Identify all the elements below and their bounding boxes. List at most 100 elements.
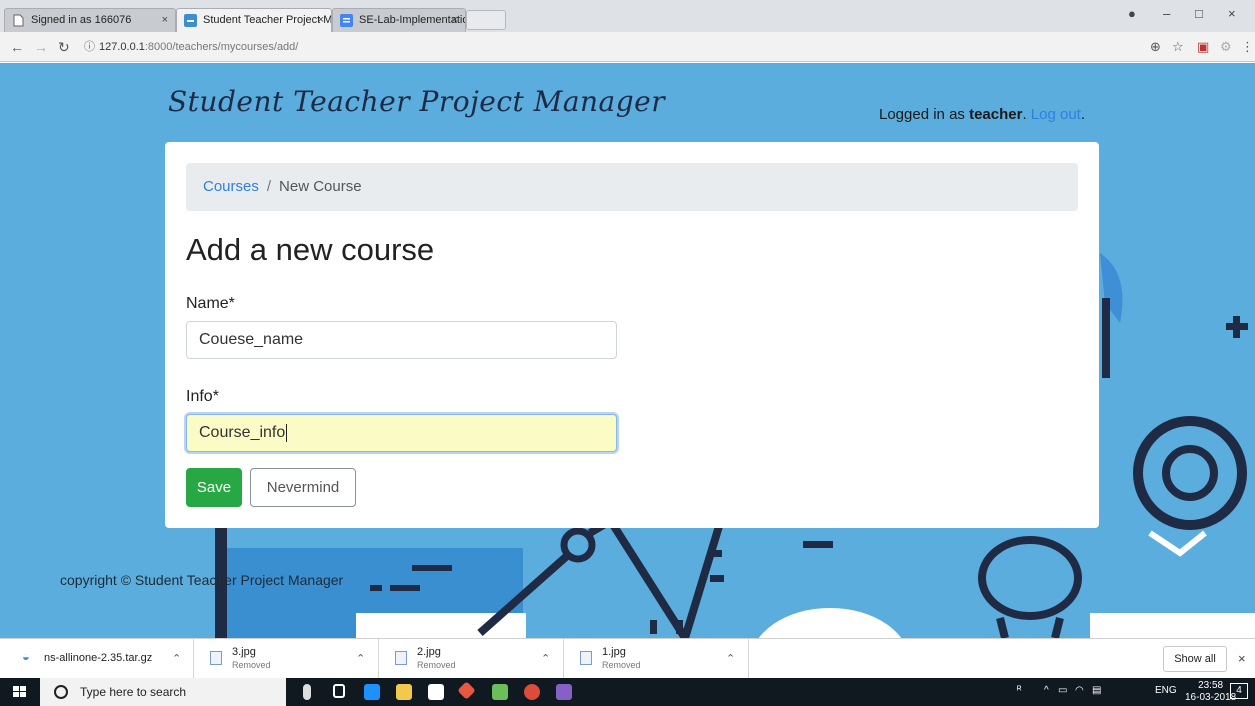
battery-icon[interactable]: ▭ <box>1058 685 1067 696</box>
reload-icon[interactable]: ↻ <box>58 39 70 56</box>
text-caret <box>286 423 288 442</box>
microphone-icon[interactable] <box>303 684 311 700</box>
breadcrumb-separator: / <box>266 178 272 195</box>
forward-icon[interactable]: → <box>34 39 48 55</box>
restore-icon[interactable]: □ <box>1195 6 1203 21</box>
browser-tab-strip: Signed in as 166076 × Student Teacher Pr… <box>0 0 1255 32</box>
volume-icon[interactable]: ▤ <box>1092 685 1101 696</box>
minimize-icon[interactable]: – <box>1163 6 1170 21</box>
page-background: Student Teacher Project Manager Logged i… <box>0 63 1255 638</box>
wifi-icon[interactable]: ◠ <box>1075 685 1084 696</box>
visual-studio-icon[interactable] <box>556 684 572 700</box>
close-icon[interactable]: × <box>1238 651 1246 666</box>
task-view-icon[interactable] <box>333 684 345 698</box>
chevron-up-icon[interactable]: ⌃ <box>726 652 735 665</box>
breadcrumb: Courses / New Course <box>186 163 1078 211</box>
download-item[interactable]: 1.jpg Removed ⌃ <box>564 639 749 679</box>
login-prefix: Logged in as <box>879 106 970 123</box>
system-clock[interactable]: 23:58 16-03-2018 <box>1185 680 1236 704</box>
image-file-icon <box>580 651 592 665</box>
course-info-input[interactable]: Course_info <box>186 414 617 452</box>
git-icon[interactable] <box>457 681 476 700</box>
download-name: 1.jpg <box>602 646 626 658</box>
tab-title: Student Teacher Project M <box>203 14 332 26</box>
download-status: Removed <box>417 660 456 670</box>
login-username: teacher <box>969 106 1023 123</box>
clock-time: 23:58 <box>1198 680 1224 691</box>
chevron-up-icon[interactable]: ^ <box>1044 685 1049 696</box>
url-path: :8000/teachers/mycourses/add/ <box>144 41 299 53</box>
close-icon[interactable]: × <box>452 9 458 31</box>
zoom-icon[interactable]: ⊕ <box>1150 39 1161 55</box>
new-tab-button[interactable] <box>466 10 506 30</box>
extension-icon[interactable]: ⚙ <box>1220 39 1232 55</box>
chevron-up-icon[interactable]: ⌃ <box>541 652 550 665</box>
language-indicator[interactable]: ENG <box>1155 685 1177 696</box>
logout-period: . <box>1080 106 1086 123</box>
tab-signed-in[interactable]: Signed in as 166076 × <box>4 8 176 32</box>
window-close-icon[interactable]: × <box>1228 6 1236 21</box>
browser-toolbar: ← → ↻ ⓘ 127.0.0.1:8000/teachers/mycourses… <box>0 32 1255 62</box>
breadcrumb-courses-link[interactable]: Courses <box>203 178 259 195</box>
course-name-input[interactable]: Couese_name <box>186 321 617 359</box>
course-info-value: Course_info <box>199 424 286 441</box>
search-placeholder: Type here to search <box>80 685 187 699</box>
close-icon[interactable]: × <box>318 9 324 31</box>
save-button[interactable]: Save <box>186 468 242 507</box>
download-name: 3.jpg <box>232 646 256 658</box>
archive-icon: ◒ <box>22 649 30 664</box>
tab-se-lab[interactable]: SE-Lab-Implementation- × <box>332 8 466 32</box>
people-icon[interactable]: ᴿ <box>1017 685 1022 696</box>
page-title: Add a new course <box>186 232 435 267</box>
download-item[interactable]: 2.jpg Removed ⌃ <box>379 639 564 679</box>
store-icon[interactable] <box>428 684 444 700</box>
close-icon[interactable]: × <box>162 9 168 31</box>
menu-icon[interactable]: ⋮ <box>1241 39 1254 55</box>
bookmark-star-icon[interactable]: ☆ <box>1172 39 1184 55</box>
show-all-button[interactable]: Show all <box>1163 646 1227 672</box>
profile-icon[interactable]: ● <box>1128 6 1136 21</box>
chevron-up-icon[interactable]: ⌃ <box>356 652 365 665</box>
url-host: 127.0.0.1 <box>99 41 145 53</box>
tab-title: Signed in as 166076 <box>31 14 132 26</box>
notification-icon[interactable]: 4 <box>1230 683 1248 699</box>
address-bar[interactable]: ⓘ 127.0.0.1:8000/teachers/mycourses/add/ <box>84 36 1134 58</box>
breadcrumb-current: New Course <box>279 178 362 195</box>
info-label: Info* <box>186 388 219 405</box>
download-name: ns-allinone-2.35.tar.gz <box>44 652 153 664</box>
site-favicon-icon <box>184 14 197 27</box>
nevermind-button[interactable]: Nevermind <box>250 468 356 507</box>
page-icon <box>13 14 24 27</box>
image-file-icon <box>395 651 407 665</box>
site-brand[interactable]: Student Teacher Project Manager <box>168 85 665 118</box>
photos-icon[interactable] <box>492 684 508 700</box>
download-status: Removed <box>232 660 271 670</box>
chrome-icon[interactable] <box>524 684 540 700</box>
taskbar-search[interactable]: Type here to search <box>40 678 286 706</box>
login-period: . <box>1022 106 1027 123</box>
info-icon: ⓘ <box>84 41 95 53</box>
download-item[interactable]: 3.jpg Removed ⌃ <box>194 639 379 679</box>
downloads-bar: ◒ ns-allinone-2.35.tar.gz ⌃ 3.jpg Remove… <box>0 638 1255 679</box>
download-status: Removed <box>602 660 641 670</box>
login-status: Logged in as teacher. Log out. <box>879 106 1085 123</box>
windows-taskbar: Type here to search ᴿ ^ ▭ ◠ ▤ ENG 23:58 … <box>0 678 1255 706</box>
logout-link[interactable]: Log out <box>1031 106 1081 123</box>
footer-copyright: copyright © Student Teacher Project Mana… <box>60 572 344 588</box>
download-item[interactable]: ◒ ns-allinone-2.35.tar.gz ⌃ <box>0 639 194 679</box>
file-explorer-icon[interactable] <box>396 684 412 700</box>
windows-start-icon[interactable] <box>0 678 40 706</box>
docs-icon <box>340 14 353 27</box>
name-label: Name* <box>186 295 235 312</box>
pocket-icon[interactable]: ▣ <box>1197 39 1209 55</box>
course-form-card: Courses / New Course Add a new course Name… <box>165 142 1099 528</box>
image-file-icon <box>210 651 222 665</box>
cortana-icon <box>54 685 68 699</box>
clock-date: 16-03-2018 <box>1185 692 1237 703</box>
download-name: 2.jpg <box>417 646 441 658</box>
tab-title: SE-Lab-Implementation- <box>359 14 465 26</box>
edge-icon[interactable] <box>364 684 380 700</box>
chevron-up-icon[interactable]: ⌃ <box>172 652 181 665</box>
tab-student-teacher[interactable]: Student Teacher Project M × <box>176 8 332 32</box>
back-icon[interactable]: ← <box>10 39 24 55</box>
